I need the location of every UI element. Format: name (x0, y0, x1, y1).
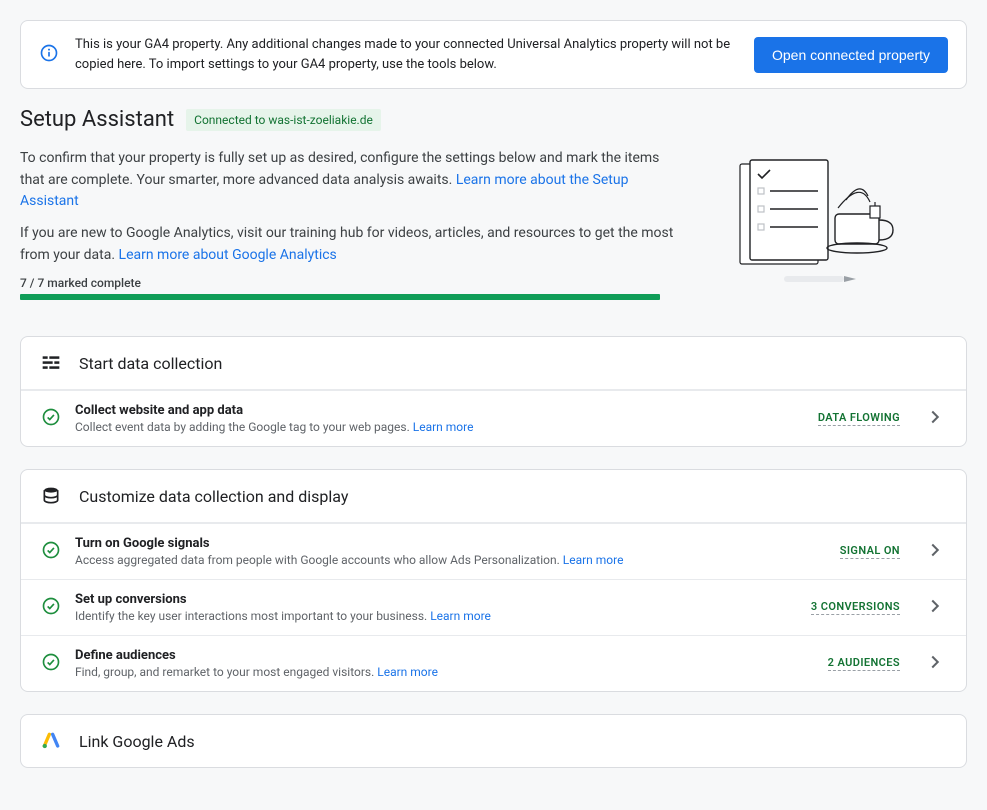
row-body: Set up conversions Identify the key user… (75, 592, 797, 623)
section-title: Customize data collection and display (79, 487, 348, 506)
row-title: Collect website and app data (75, 403, 804, 418)
chevron-right-icon[interactable] (924, 406, 946, 432)
section-header: Customize data collection and display (21, 470, 966, 523)
database-icon (41, 486, 61, 506)
section-header: Link Google Ads (21, 715, 966, 767)
row-body: Define audiences Find, group, and remark… (75, 648, 814, 679)
row-body: Collect website and app data Collect eve… (75, 403, 804, 434)
page-title: Setup Assistant (20, 107, 174, 132)
learn-more-link[interactable]: Learn more (413, 420, 474, 434)
info-banner-text: This is your GA4 property. Any additiona… (75, 35, 738, 74)
learn-more-link[interactable]: Learn more (563, 553, 624, 567)
status-badge: SIGNAL ON (840, 544, 900, 559)
chevron-right-icon[interactable] (924, 595, 946, 621)
open-connected-property-button[interactable]: Open connected property (754, 37, 948, 73)
section-title: Start data collection (79, 354, 222, 373)
intro-section: To confirm that your property is fully s… (20, 148, 967, 328)
section-start-data-collection: Start data collection Collect website an… (20, 336, 967, 447)
row-desc-text: Find, group, and remarket to your most e… (75, 665, 377, 679)
row-desc: Identify the key user interactions most … (75, 609, 797, 623)
progress-bar (20, 294, 660, 300)
row-desc-text: Collect event data by adding the Google … (75, 420, 413, 434)
learn-more-google-analytics-link[interactable]: Learn more about Google Analytics (119, 247, 337, 263)
chevron-right-icon[interactable] (924, 651, 946, 677)
check-circle-icon (41, 540, 61, 564)
row-title: Define audiences (75, 648, 814, 663)
section-title: Link Google Ads (79, 732, 195, 751)
learn-more-link[interactable]: Learn more (430, 609, 491, 623)
check-circle-icon (41, 407, 61, 431)
chevron-right-icon[interactable] (924, 539, 946, 565)
progress-label: 7 / 7 marked complete (20, 276, 680, 290)
row-body: Turn on Google signals Access aggregated… (75, 536, 826, 567)
intro-paragraph-2: If you are new to Google Analytics, visi… (20, 223, 680, 266)
row-desc: Collect event data by adding the Google … (75, 420, 804, 434)
row-define-audiences[interactable]: Define audiences Find, group, and remark… (21, 635, 966, 691)
section-header: Start data collection (21, 337, 966, 390)
status-badge: 3 CONVERSIONS (811, 600, 900, 615)
info-icon (39, 43, 59, 67)
status-badge: 2 AUDIENCES (828, 656, 900, 671)
row-collect-website-app-data[interactable]: Collect website and app data Collect eve… (21, 390, 966, 446)
section-customize-data-collection: Customize data collection and display Tu… (20, 469, 967, 692)
setup-illustration (720, 148, 910, 296)
row-google-signals[interactable]: Turn on Google signals Access aggregated… (21, 523, 966, 579)
row-desc-text: Access aggregated data from people with … (75, 553, 563, 567)
learn-more-link[interactable]: Learn more (377, 665, 438, 679)
row-set-up-conversions[interactable]: Set up conversions Identify the key user… (21, 579, 966, 635)
row-title: Turn on Google signals (75, 536, 826, 551)
intro-paragraph-1: To confirm that your property is fully s… (20, 148, 680, 213)
status-badge: DATA FLOWING (818, 411, 900, 426)
check-circle-icon (41, 652, 61, 676)
row-desc: Access aggregated data from people with … (75, 553, 826, 567)
google-ads-icon (41, 731, 61, 751)
connected-badge: Connected to was-ist-zoeliakie.de (186, 109, 381, 131)
row-desc: Find, group, and remarket to your most e… (75, 665, 814, 679)
data-collection-icon (41, 353, 61, 373)
page-heading-row: Setup Assistant Connected to was-ist-zoe… (20, 107, 967, 132)
info-banner: This is your GA4 property. Any additiona… (20, 20, 967, 89)
check-circle-icon (41, 596, 61, 620)
row-desc-text: Identify the key user interactions most … (75, 609, 430, 623)
row-title: Set up conversions (75, 592, 797, 607)
intro-text-column: To confirm that your property is fully s… (20, 148, 680, 328)
section-link-google-ads: Link Google Ads (20, 714, 967, 768)
